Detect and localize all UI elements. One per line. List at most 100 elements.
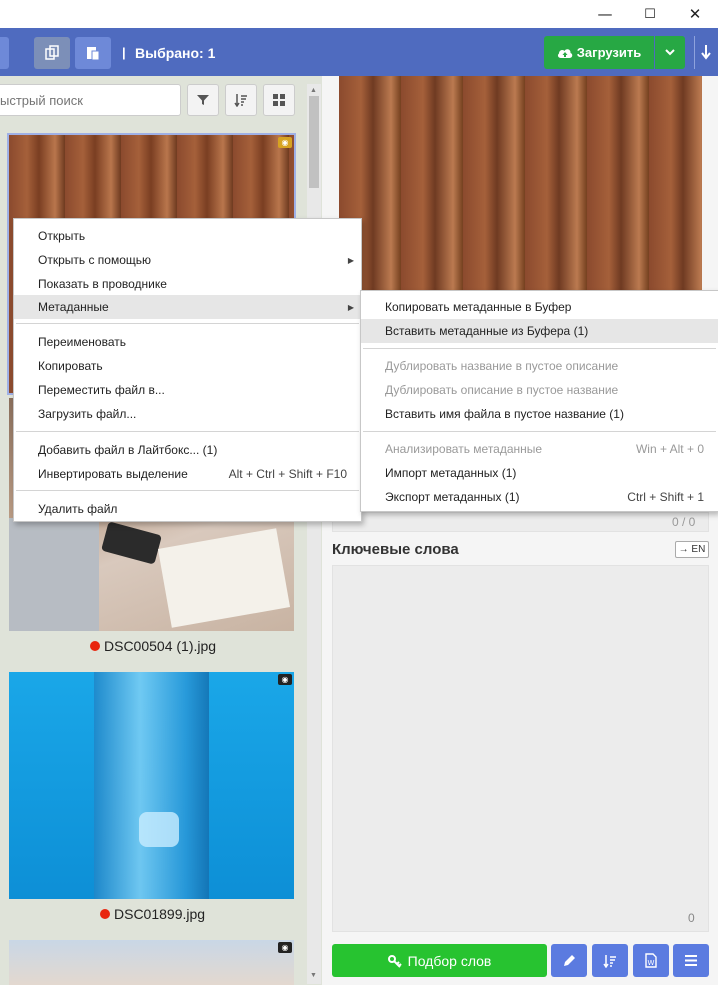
- menu-item-label: Дублировать описание в пустое название: [385, 383, 619, 397]
- menu-item-add-to-lightbox[interactable]: Добавить файл в Лайтбокс... (1): [14, 438, 361, 462]
- menu-item-label: Загрузить файл...: [38, 407, 137, 421]
- chevron-down-icon: [665, 49, 675, 56]
- menu-item-open-with[interactable]: Открыть с помощью ▶: [14, 248, 361, 272]
- sort-icon: [234, 94, 247, 107]
- menu-item-label: Дублировать название в пустое описание: [385, 359, 619, 373]
- menu-item-label: Открыть с помощью: [38, 253, 152, 267]
- menu-item-label: Инвертировать выделение: [38, 467, 188, 481]
- maximize-button[interactable]: ☐: [627, 0, 673, 28]
- thumbnail-filename: DSC01899.jpg: [114, 906, 206, 922]
- menu-item-copy[interactable]: Копировать: [14, 354, 361, 378]
- menu-button[interactable]: [673, 944, 709, 977]
- close-button[interactable]: ✕: [672, 0, 718, 28]
- thumbnail-caption: DSC01899.jpg: [100, 906, 205, 922]
- menu-item-label: Переместить файл в...: [38, 383, 165, 397]
- grid-view-button[interactable]: [263, 84, 295, 116]
- menu-item-delete-file[interactable]: Удалить файл: [14, 497, 361, 521]
- menu-item-duplicate-description: Дублировать описание в пустое название: [361, 378, 718, 402]
- scroll-down-arrow[interactable]: ▼: [310, 972, 317, 979]
- image-preview: [339, 76, 702, 291]
- menu-item-copy-metadata[interactable]: Копировать метаданные в Буфер: [361, 295, 718, 319]
- menu-item-label: Показать в проводнике: [38, 277, 167, 291]
- upload-label: Загрузить: [576, 45, 642, 60]
- context-menu: Открыть Открыть с помощью ▶ Показать в пр…: [13, 218, 362, 522]
- grid-icon: [273, 94, 285, 106]
- menu-item-import-metadata[interactable]: Импорт метаданных (1): [361, 461, 718, 485]
- selected-count: Выбрано: 1: [135, 45, 216, 61]
- minimize-button[interactable]: —: [582, 0, 628, 28]
- metadata-submenu: Копировать метаданные в Буфер Вставить м…: [360, 290, 718, 512]
- document-icon: W: [645, 953, 657, 968]
- menu-item-label: Импорт метаданных (1): [385, 466, 517, 480]
- menu-item-upload-file[interactable]: Загрузить файл...: [14, 402, 361, 426]
- key-icon: [387, 954, 402, 968]
- menu-item-shortcut: Alt + Ctrl + Shift + F10: [228, 467, 347, 481]
- menu-item-open[interactable]: Открыть: [14, 224, 361, 248]
- sort-button[interactable]: [225, 84, 257, 116]
- menu-separator: [363, 348, 716, 349]
- search-input[interactable]: [0, 84, 181, 116]
- description-field[interactable]: [332, 512, 709, 532]
- menu-item-shortcut: Win + Alt + 0: [635, 442, 704, 456]
- menu-item-label: Копировать: [38, 359, 103, 373]
- menu-separator: [363, 431, 716, 432]
- download-arrow-button[interactable]: [700, 44, 712, 63]
- pencil-icon: [563, 955, 575, 966]
- suggest-keywords-button[interactable]: Подбор слов: [332, 944, 547, 977]
- filter-button[interactable]: [187, 84, 219, 116]
- scroll-up-arrow[interactable]: ▲: [310, 87, 317, 94]
- word-document-button[interactable]: W: [633, 944, 669, 977]
- submenu-arrow-icon: ▶: [347, 302, 354, 312]
- keywords-language-button[interactable]: → EN: [675, 541, 709, 558]
- menu-item-label: Экспорт метаданных (1): [385, 490, 520, 504]
- upload-dropdown-button[interactable]: [655, 36, 685, 69]
- keywords-counter: 0: [688, 911, 695, 925]
- menu-item-insert-filename[interactable]: Вставить имя файла в пустое название (1): [361, 402, 718, 426]
- upload-button[interactable]: Загрузить: [544, 36, 654, 69]
- thumbnail-caption: DSC00504 (1).jpg: [90, 638, 216, 654]
- cloud-upload-icon: [557, 48, 573, 58]
- copy-button[interactable]: [34, 37, 70, 69]
- sort-keywords-button[interactable]: [592, 944, 628, 977]
- thumbnail-image-partial: [9, 940, 294, 985]
- keywords-input[interactable]: [332, 565, 709, 932]
- edit-button[interactable]: [551, 944, 587, 977]
- paste-icon: [87, 47, 100, 61]
- menu-item-label: Добавить файл в Лайтбокс... (1): [38, 443, 218, 457]
- toolbar-divider: |: [122, 45, 126, 60]
- menu-item-label: Вставить метаданные из Буфера (1): [385, 324, 589, 338]
- menu-item-show-in-explorer[interactable]: Показать в проводнике: [14, 272, 361, 296]
- copy-icon: [45, 45, 59, 60]
- filter-icon: [197, 95, 209, 105]
- sort-icon: [603, 954, 616, 968]
- description-counter: 0 / 0: [672, 515, 696, 529]
- camera-icon: ◉: [278, 942, 292, 953]
- menu-item-label: Удалить файл: [38, 502, 118, 516]
- thumbnail-image-glass: [9, 672, 294, 899]
- menu-item-rename[interactable]: Переименовать: [14, 330, 361, 354]
- status-dot: [100, 909, 110, 919]
- submenu-arrow-icon: ▶: [347, 255, 354, 265]
- menu-item-label: Копировать метаданные в Буфер: [385, 300, 572, 314]
- menu-item-label: Вставить имя файла в пустое название (1): [385, 407, 624, 421]
- menu-item-label: Анализировать метаданные: [385, 442, 543, 456]
- toolbar-divider: [694, 36, 695, 69]
- menu-item-label: Открыть: [38, 229, 86, 243]
- paste-button[interactable]: [75, 37, 111, 69]
- menu-item-paste-metadata[interactable]: Вставить метаданные из Буфера (1): [361, 319, 718, 343]
- menu-item-shortcut: Ctrl + Shift + 1: [627, 490, 704, 504]
- menu-item-move-file[interactable]: Переместить файл в...: [14, 378, 361, 402]
- suggest-label: Подбор слов: [407, 952, 492, 969]
- arrow-down-icon: [701, 45, 711, 60]
- menu-item-metadata[interactable]: Метаданные ▶: [14, 295, 361, 319]
- menu-separator: [16, 490, 359, 491]
- menu-item-invert-selection[interactable]: Инвертировать выделение Alt + Ctrl + Shif…: [14, 462, 361, 486]
- toolbar-edge-button[interactable]: [0, 37, 9, 69]
- menu-item-label: Метаданные: [38, 300, 109, 314]
- menu-item-duplicate-title: Дублировать название в пустое описание: [361, 354, 718, 378]
- menu-separator: [16, 323, 359, 324]
- scrollbar-thumb[interactable]: [309, 96, 319, 188]
- hamburger-icon: [685, 955, 697, 966]
- menu-separator: [16, 431, 359, 432]
- menu-item-export-metadata[interactable]: Экспорт метаданных (1) Ctrl + Shift + 1: [361, 485, 718, 509]
